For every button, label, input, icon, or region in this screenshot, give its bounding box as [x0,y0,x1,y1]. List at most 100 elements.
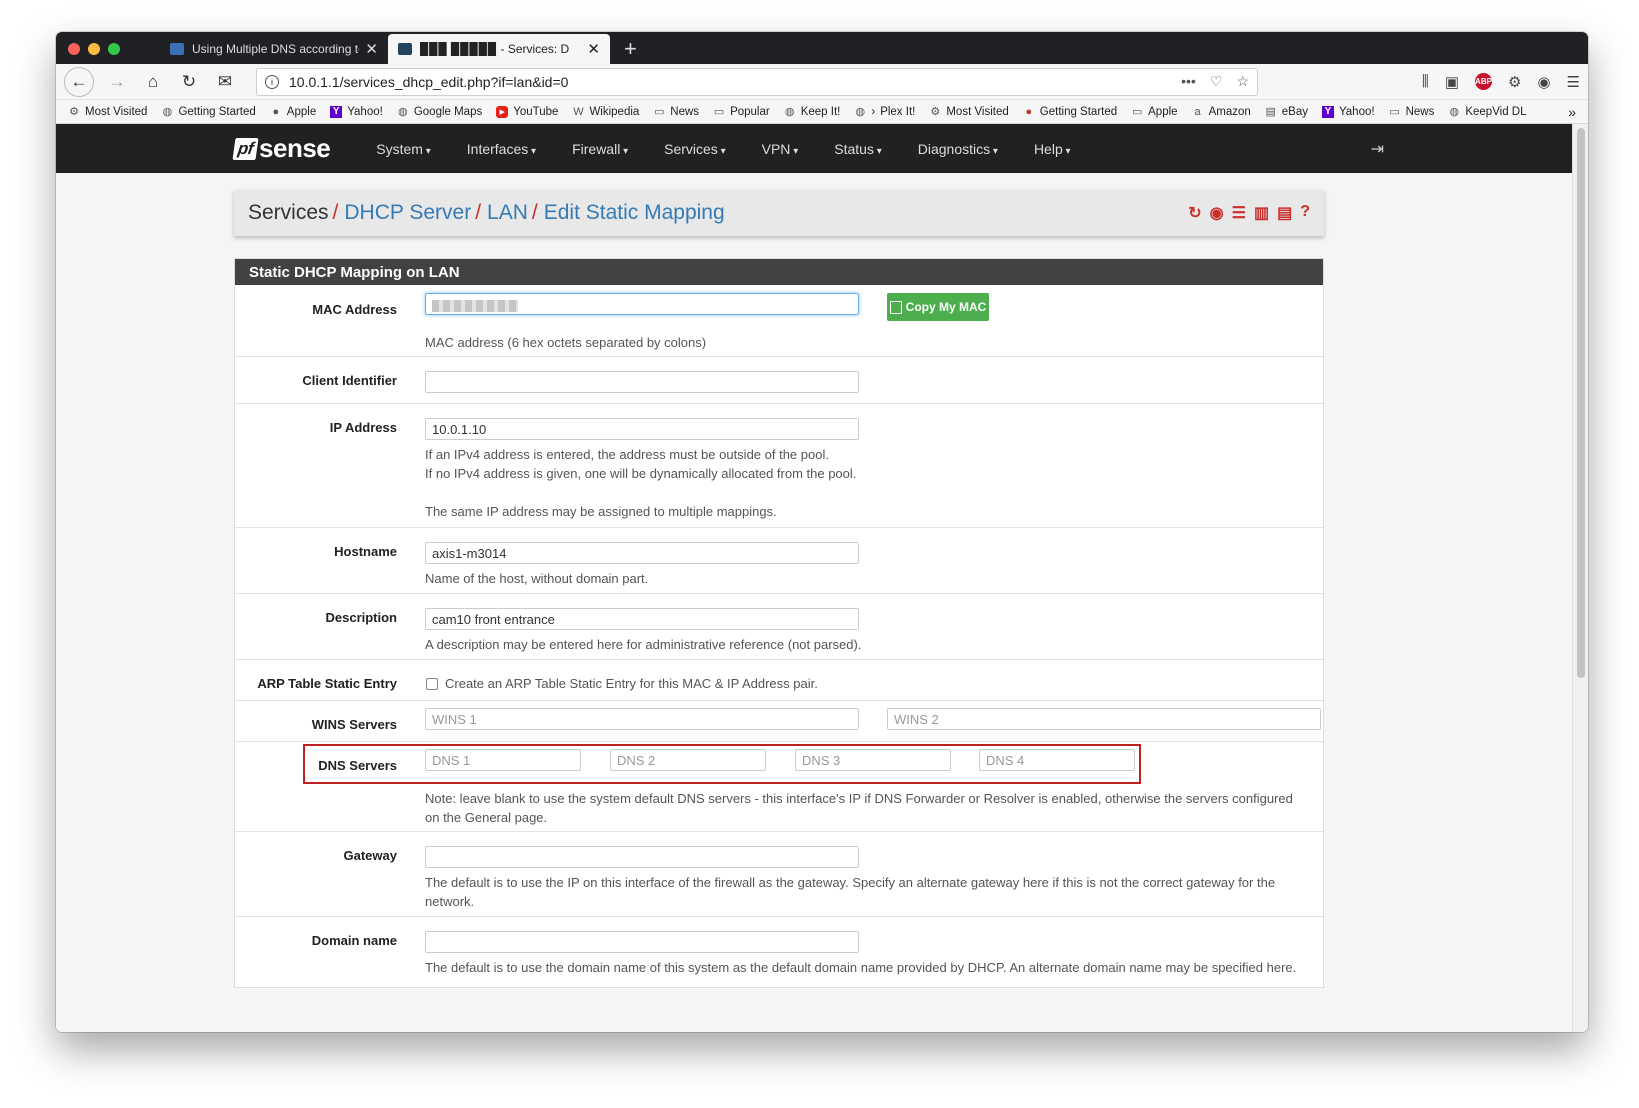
menu-firewall[interactable]: Firewall [554,141,646,157]
wins-label: WINS Servers [311,717,397,732]
dns-row: DNS Servers DNS 1 DNS 2 DNS 3 DNS 4 Note… [235,742,1323,832]
window-controls [68,43,120,55]
breadcrumb-dhcp-server[interactable]: DHCP Server [344,201,471,225]
extension-icon[interactable]: ⚙ [1508,73,1521,91]
bookmark-item[interactable]: Y Yahoo! [330,105,383,118]
hostname-input[interactable]: axis1-m3014 [425,542,859,564]
bookmark-item[interactable]: a Amazon [1192,106,1251,118]
minimize-window-button[interactable] [88,43,100,55]
browser-tab-1[interactable]: Using Multiple DNS according to ✕ [160,34,388,64]
library-icon[interactable]: ⫼ [1422,73,1429,90]
vertical-scrollbar[interactable] [1572,124,1588,1032]
sidebar-icon[interactable]: ▣ [1445,73,1459,91]
description-input[interactable]: cam10 front entrance [425,608,859,630]
close-tab-icon[interactable]: ✕ [587,40,600,58]
bookmark-item[interactable]: ▭ Popular [713,106,770,119]
yahoo-icon: Y [1321,105,1334,118]
dns-1-input[interactable]: DNS 1 [425,749,581,771]
chevron-double-right-icon[interactable]: » [1568,104,1576,120]
dns-4-input[interactable]: DNS 4 [979,749,1135,771]
bookmark-item[interactable]: ▭ News [653,106,699,119]
youtube-icon: ▶ [496,105,509,118]
pfsense-logo[interactable]: pf sense [232,133,331,164]
copy-my-mac-button[interactable]: Copy My MAC [887,293,989,321]
bookmark-item[interactable]: ◍ Keep It! [784,106,840,119]
gateway-input[interactable] [425,846,859,868]
mac-help: MAC address (6 hex octets separated by c… [425,335,707,350]
mac-address-input[interactable] [425,293,859,315]
dns-note-1: Note: leave blank to use the system defa… [425,791,1293,806]
bookmarks-bar: ⚙ Most Visited ◍ Getting Started ● Apple YY… [56,100,1588,124]
log-list-icon[interactable]: ▤ [1277,203,1292,223]
menu-status[interactable]: Status [816,141,900,157]
gateway-help-1: The default is to use the IP on this int… [425,875,1276,890]
maximize-window-button[interactable] [108,43,120,55]
reload-icon[interactable]: ↻ [176,69,202,95]
mac-address-label: MAC Address [312,302,397,317]
client-identifier-input[interactable] [425,371,859,393]
bookmark-item[interactable]: ◍ › Plex It! [854,106,916,119]
ip-help-1: If an IPv4 address is entered, the addre… [425,447,829,462]
breadcrumb-edit-static-mapping[interactable]: Edit Static Mapping [544,201,725,225]
menu-system[interactable]: System [358,141,449,157]
home-icon[interactable]: ⌂ [140,69,166,95]
arp-checkbox[interactable] [426,678,438,690]
star-icon[interactable]: ☆ [1236,73,1249,90]
settings-sliders-icon[interactable]: ☰ [1232,203,1246,223]
close-tab-icon[interactable]: ✕ [365,40,378,58]
stop-icon[interactable]: ◉ [1210,203,1224,223]
close-window-button[interactable] [68,43,80,55]
more-icon[interactable]: ••• [1181,73,1196,90]
url-text: 10.0.1.1/services_dhcp_edit.php?if=lan&i… [289,73,569,90]
menu-interfaces[interactable]: Interfaces [449,141,554,157]
ip-address-input[interactable]: 10.0.1.10 [425,418,859,440]
menu-diagnostics[interactable]: Diagnostics [900,141,1016,157]
tab-title: ▉▉▉ ▉▉▉▉▉ - Services: D [420,42,570,56]
adblock-icon[interactable]: ABP [1475,73,1492,90]
domain-name-input[interactable] [425,931,859,953]
new-tab-icon[interactable]: + [624,36,637,62]
help-icon[interactable]: ? [1300,203,1310,223]
menu-services[interactable]: Services [646,141,744,157]
tab-title: Using Multiple DNS according to [192,42,360,56]
bookmark-item[interactable]: W Wikipedia [572,106,639,118]
bookmark-item[interactable]: ● Getting Started [1023,106,1117,118]
logout-icon[interactable]: ⇥ [1371,139,1384,159]
pocket-icon[interactable]: ♡ [1210,73,1223,90]
folder-icon: ▭ [1131,106,1143,118]
info-icon[interactable]: i [265,74,279,89]
browser-tab-2[interactable]: ▉▉▉ ▉▉▉▉▉ - Services: D ✕ [388,34,610,64]
wins-1-input[interactable]: WINS 1 [425,708,859,730]
bookmark-item[interactable]: ◍ Google Maps [397,106,482,119]
bookmark-item[interactable]: ⚙ Most Visited [929,106,1008,119]
bookmark-item[interactable]: ▶ YouTube [496,105,558,118]
menu-help[interactable]: Help [1016,141,1089,157]
bookmark-item[interactable]: Y Yahoo! [1321,105,1375,118]
bookmark-item[interactable]: ◍ Getting Started [161,106,256,119]
back-arrow-icon[interactable]: ← [64,66,94,97]
bookmark-item[interactable]: ▭ Apple [1131,106,1178,119]
account-icon[interactable]: ◉ [1537,73,1550,91]
dns-3-input[interactable]: DNS 3 [795,749,951,771]
restart-icon[interactable]: ↻ [1188,203,1201,223]
breadcrumb-lan[interactable]: LAN [487,201,528,225]
dns-2-input[interactable]: DNS 2 [610,749,766,771]
globe-icon: ◍ [162,106,173,118]
bookmark-item[interactable]: ● Apple [270,106,316,118]
scrollbar-thumb[interactable] [1577,128,1585,678]
bookmark-item[interactable]: ▤ eBay [1265,106,1308,119]
mail-icon[interactable]: ✉ [212,69,238,95]
menu-icon[interactable]: ☰ [1567,73,1580,91]
bookmark-item[interactable]: ⚙ Most Visited [68,106,147,119]
menu-vpn[interactable]: VPN [744,141,817,157]
bookmark-item[interactable]: ◍ KeepVid DL [1448,106,1527,119]
wins-2-input[interactable]: WINS 2 [887,708,1321,730]
hostname-help: Name of the host, without domain part. [425,571,649,586]
arp-label: ARP Table Static Entry [257,676,397,691]
url-bar[interactable]: i 10.0.1.1/services_dhcp_edit.php?if=lan… [256,67,1258,96]
chart-icon[interactable]: ▥ [1254,203,1269,223]
bookmark-item[interactable]: ▭ News [1389,106,1434,119]
description-label: Description [325,610,397,625]
forward-arrow-icon[interactable]: → [104,69,130,95]
redacted-mac [432,299,518,312]
